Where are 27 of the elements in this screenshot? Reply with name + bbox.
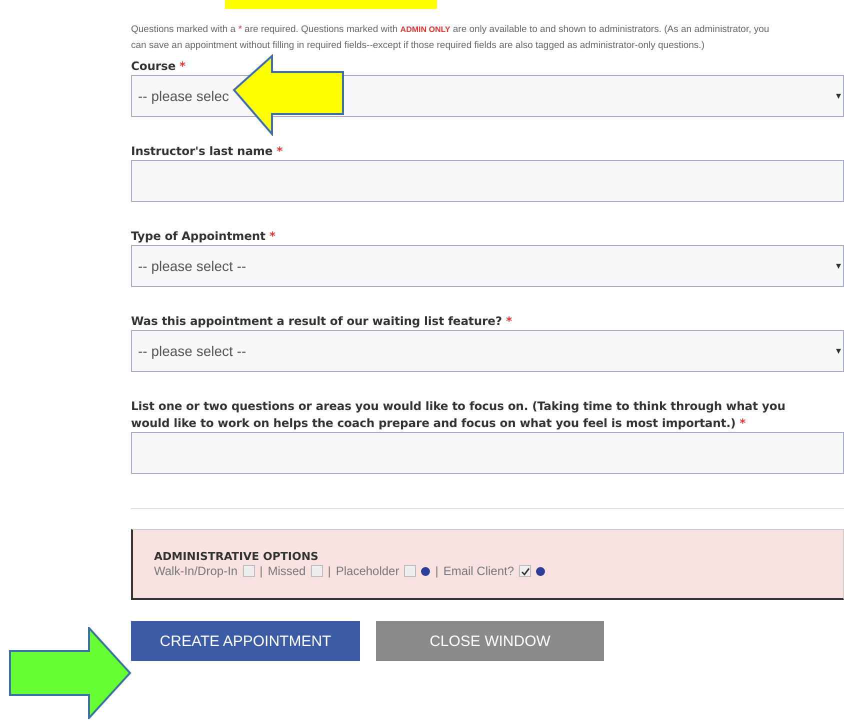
checkbox[interactable] bbox=[519, 565, 532, 577]
checkbox[interactable] bbox=[242, 565, 255, 577]
separator-text: | bbox=[260, 564, 263, 578]
option-label: Email Client? bbox=[443, 564, 514, 578]
dropdown-field[interactable]: -- please select -- ▾ bbox=[131, 245, 844, 287]
panel-title: ADMINISTRATIVE OPTIONS bbox=[154, 550, 320, 563]
create-button[interactable]: CREATE APPOINTMENT bbox=[131, 621, 360, 661]
separator-text: | bbox=[435, 564, 438, 578]
field-label: Type of Appointment * bbox=[131, 228, 276, 245]
checkbox[interactable] bbox=[404, 565, 416, 577]
input-field[interactable] bbox=[131, 160, 844, 202]
field-label: Course * bbox=[131, 58, 187, 75]
arrow-icon bbox=[232, 54, 345, 136]
info-icon[interactable] bbox=[536, 566, 546, 576]
field-label: List one or two questions or areas you would like to focus on. (Taking time to think through what you would like to work on helps the coach prepare and focus on what you feel is most important.) * bbox=[131, 398, 786, 432]
option-label: Placeholder bbox=[336, 564, 400, 578]
separator-text: | bbox=[328, 564, 331, 578]
input-field[interactable] bbox=[131, 432, 844, 474]
instructions-text: Questions marked with a * are required. Questions marked with ADMIN ONLY are only available to and shown to administrators. (As an administrator, you can save an appointment without filling in required fields--except if those required fields are also tagged as administrator-only questions.) bbox=[131, 23, 770, 53]
field-label: Instructor's last name * bbox=[131, 143, 284, 160]
arrow-icon bbox=[9, 627, 132, 719]
option-label: Missed bbox=[268, 564, 306, 578]
field-label: Was this appointment a result of our waiting list feature? * bbox=[131, 313, 513, 330]
dropdown-field[interactable]: -- please select -- ▾ bbox=[131, 330, 844, 372]
option-label: Walk-In/Drop-In bbox=[154, 564, 238, 578]
info-icon[interactable] bbox=[421, 566, 430, 576]
checkbox[interactable] bbox=[310, 565, 323, 577]
